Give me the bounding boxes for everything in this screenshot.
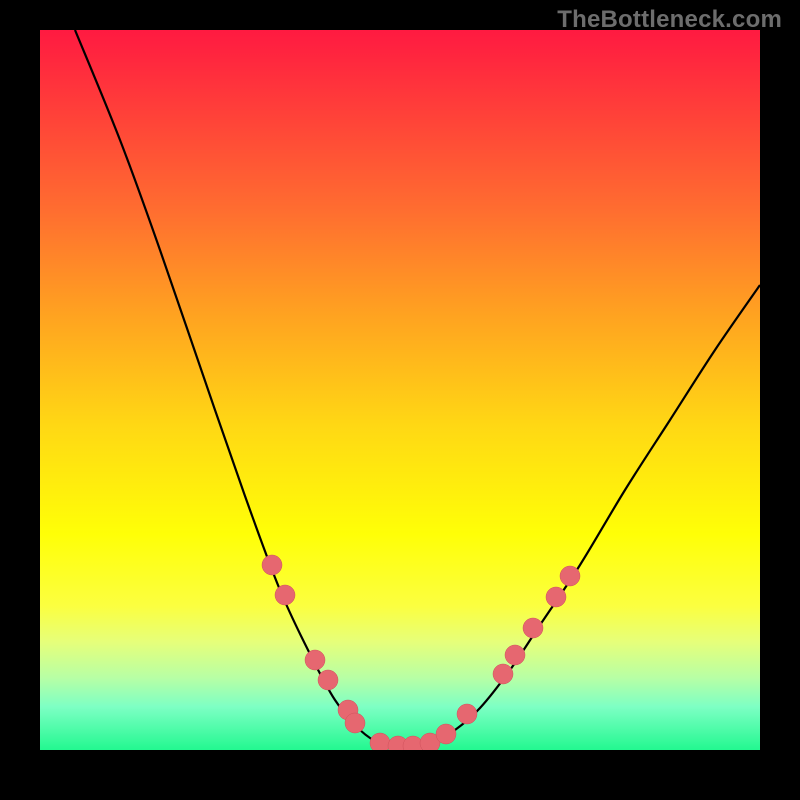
data-marker xyxy=(493,664,513,684)
data-marker xyxy=(505,645,525,665)
data-marker xyxy=(345,713,365,733)
data-marker xyxy=(523,618,543,638)
data-marker xyxy=(370,733,390,750)
data-marker xyxy=(318,670,338,690)
data-marker xyxy=(457,704,477,724)
data-marker xyxy=(546,587,566,607)
data-marker xyxy=(436,724,456,744)
bottleneck-svg xyxy=(40,30,760,750)
gradient-plot-area xyxy=(40,30,760,750)
data-marker xyxy=(275,585,295,605)
data-marker xyxy=(305,650,325,670)
data-marker xyxy=(560,566,580,586)
data-marker xyxy=(262,555,282,575)
data-markers-group xyxy=(262,555,580,750)
bottleneck-curve xyxy=(75,30,760,748)
